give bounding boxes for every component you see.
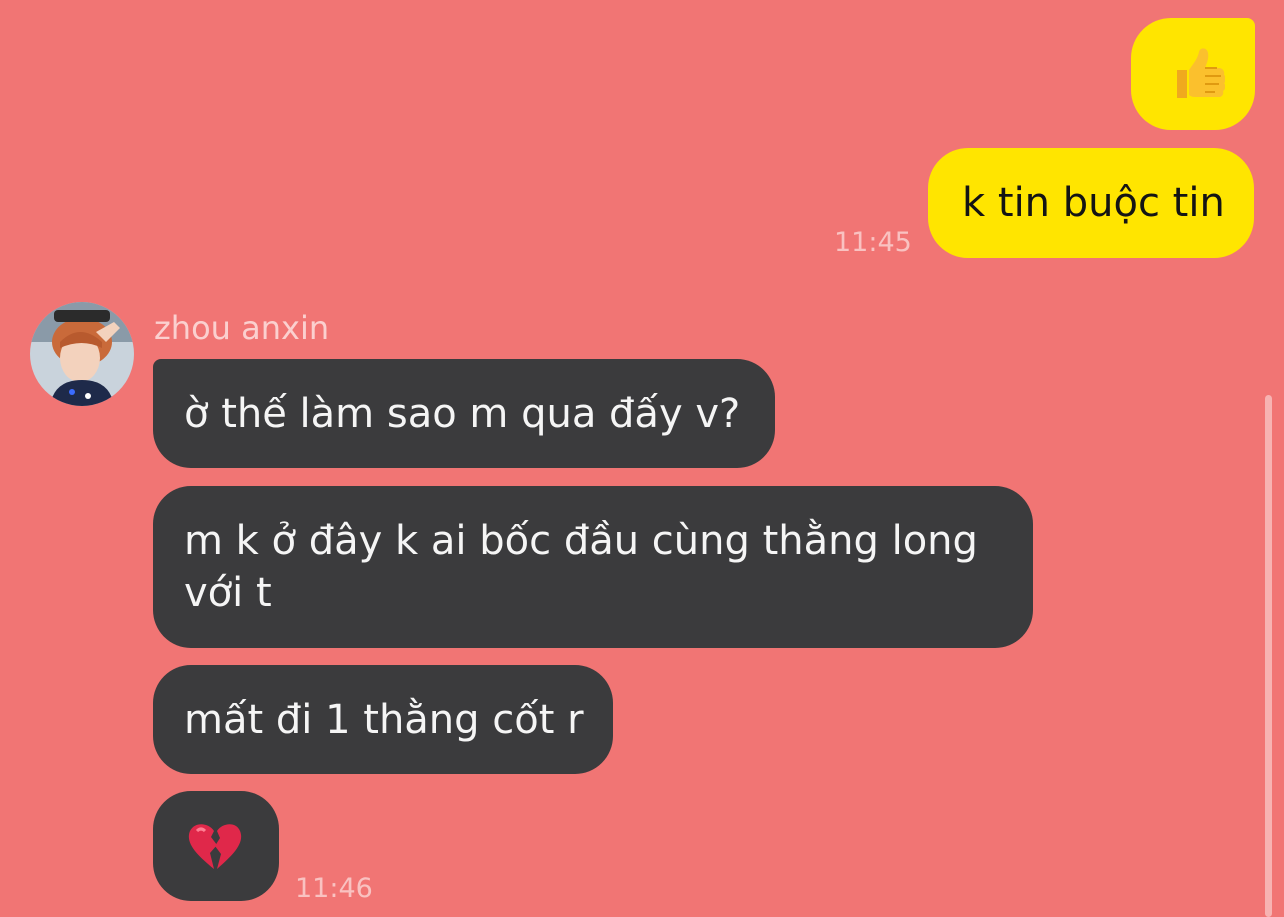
incoming-message[interactable]: m k ở đây k ai bốc đầu cùng thằng long v… [153, 486, 1033, 648]
outgoing-timestamp: 11:45 [834, 227, 912, 258]
incoming-message[interactable]: ờ thế làm sao m qua đấy v? [153, 359, 775, 468]
message-text: mất đi 1 thằng cốt r [184, 697, 584, 743]
thumbs-up-icon [1169, 44, 1225, 102]
sender-name: zhou anxin [154, 309, 330, 347]
incoming-message[interactable]: mất đi 1 thằng cốt r [153, 665, 613, 774]
outgoing-message[interactable]: k tin buộc tin [928, 148, 1254, 258]
chat-area: k tin buộc tin 11:45 zhou anxin ờ thế là… [0, 0, 1284, 917]
avatar[interactable] [30, 302, 134, 406]
message-text: k tin buộc tin [962, 180, 1225, 226]
scrollbar[interactable] [1265, 395, 1272, 917]
outgoing-message-emoji[interactable] [1131, 18, 1255, 130]
incoming-message-emoji[interactable] [153, 791, 279, 901]
broken-heart-icon [187, 821, 243, 873]
message-text: ờ thế làm sao m qua đấy v? [184, 391, 741, 437]
incoming-timestamp: 11:46 [295, 873, 373, 904]
message-text: m k ở đây k ai bốc đầu cùng thằng long v… [184, 518, 991, 616]
